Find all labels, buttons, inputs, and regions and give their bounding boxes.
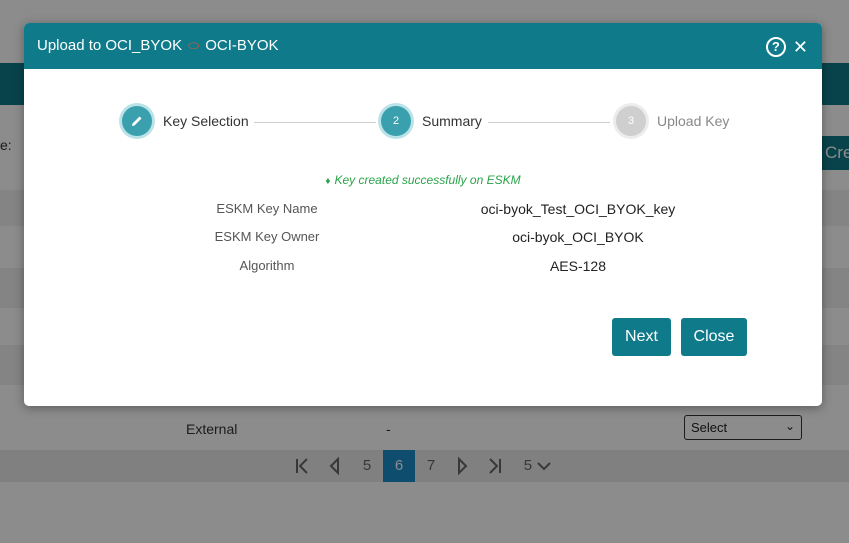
success-message-text: Key created successfully on ESKM bbox=[334, 173, 521, 187]
step-summary[interactable]: 2 Summary bbox=[381, 106, 482, 136]
detail-row: ESKM Key Name oci-byok_Test_OCI_BYOK_key bbox=[24, 201, 822, 221]
step-key-selection[interactable]: Key Selection bbox=[122, 106, 249, 136]
detail-row: ESKM Key Owner oci-byok_OCI_BYOK bbox=[24, 229, 822, 249]
help-icon[interactable]: ? bbox=[765, 37, 786, 57]
close-button[interactable]: Close bbox=[681, 318, 747, 356]
step-connector bbox=[254, 122, 376, 123]
step-label: Summary bbox=[422, 113, 482, 129]
wizard-stepper: Key Selection 2 Summary 3 Upload Key bbox=[24, 69, 822, 139]
pencil-icon bbox=[122, 106, 152, 136]
next-button[interactable]: Next bbox=[612, 318, 671, 356]
dialog-title-prefix: Upload to OCI_BYOK bbox=[37, 37, 183, 54]
diamond-icon: ♦ bbox=[325, 176, 331, 187]
step-label: Upload Key bbox=[657, 113, 730, 129]
step-upload-key[interactable]: 3 Upload Key bbox=[616, 106, 729, 136]
detail-key: ESKM Key Owner bbox=[214, 229, 320, 244]
step-number: 2 bbox=[381, 106, 411, 136]
step-number: 3 bbox=[616, 106, 646, 136]
step-connector bbox=[488, 122, 610, 123]
dialog-title-suffix: OCI-BYOK bbox=[205, 37, 279, 54]
detail-row: Algorithm AES-128 bbox=[24, 258, 822, 278]
link-icon: ⬭ bbox=[188, 38, 200, 53]
detail-value: oci-byok_OCI_BYOK bbox=[512, 229, 644, 245]
detail-value: oci-byok_Test_OCI_BYOK_key bbox=[480, 201, 676, 217]
upload-key-dialog: Upload to OCI_BYOK ⬭ OCI-BYOK ? ✕ Key Sele… bbox=[24, 23, 822, 406]
detail-value: AES-128 bbox=[549, 258, 607, 274]
detail-key: Algorithm bbox=[239, 258, 295, 273]
step-label: Key Selection bbox=[163, 113, 249, 129]
dialog-title: Upload to OCI_BYOK ⬭ OCI-BYOK bbox=[37, 37, 279, 54]
detail-key: ESKM Key Name bbox=[216, 201, 318, 216]
success-message: ♦ Key created successfully on ESKM bbox=[124, 173, 722, 187]
close-icon[interactable]: ✕ bbox=[793, 38, 808, 56]
dialog-header: Upload to OCI_BYOK ⬭ OCI-BYOK ? ✕ bbox=[24, 23, 822, 69]
